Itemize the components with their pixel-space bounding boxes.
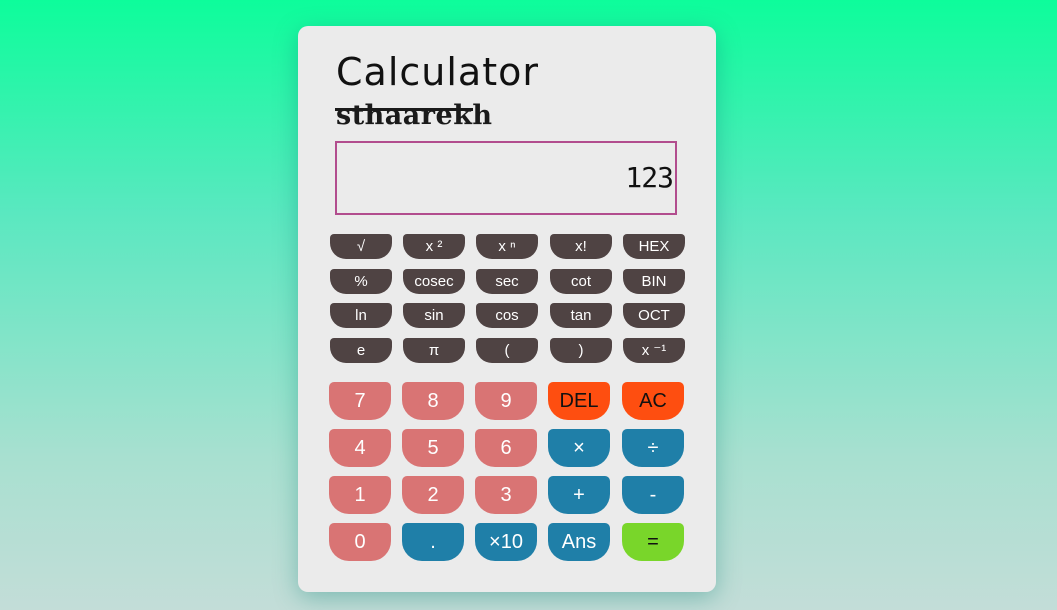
exponent-ten-button[interactable]: ×10 xyxy=(475,523,537,561)
digit-0-button[interactable]: 0 xyxy=(329,523,391,561)
hex-button[interactable]: HEX xyxy=(623,234,685,259)
digit-5-button[interactable]: 5 xyxy=(402,429,464,467)
digit-6-button[interactable]: 6 xyxy=(475,429,537,467)
percent-button[interactable]: % xyxy=(330,269,392,294)
multiply-button[interactable]: × xyxy=(548,429,610,467)
ln-button[interactable]: ln xyxy=(330,303,392,328)
digit-2-button[interactable]: 2 xyxy=(402,476,464,514)
brand-headline-bar xyxy=(335,108,473,111)
delete-button[interactable]: DEL xyxy=(548,382,610,420)
factorial-button[interactable]: x! xyxy=(550,234,612,259)
square-button[interactable]: x ² xyxy=(403,234,465,259)
tan-button[interactable]: tan xyxy=(550,303,612,328)
cos-button[interactable]: cos xyxy=(476,303,538,328)
answer-button[interactable]: Ans xyxy=(548,523,610,561)
cosec-button[interactable]: cosec xyxy=(403,269,465,294)
digit-4-button[interactable]: 4 xyxy=(329,429,391,467)
digit-7-button[interactable]: 7 xyxy=(329,382,391,420)
equals-button[interactable]: = xyxy=(622,523,684,561)
sin-button[interactable]: sin xyxy=(403,303,465,328)
brand-name: sthaarekh xyxy=(336,100,493,131)
decimal-point-button[interactable]: . xyxy=(402,523,464,561)
subtract-button[interactable]: - xyxy=(622,476,684,514)
app-title: Calculator xyxy=(336,50,539,94)
sqrt-button[interactable]: √ xyxy=(330,234,392,259)
euler-button[interactable]: e xyxy=(330,338,392,363)
reciprocal-button[interactable]: x ⁻¹ xyxy=(623,338,685,363)
power-button[interactable]: x ⁿ xyxy=(476,234,538,259)
digit-1-button[interactable]: 1 xyxy=(329,476,391,514)
sec-button[interactable]: sec xyxy=(476,269,538,294)
open-paren-button[interactable]: ( xyxy=(476,338,538,363)
all-clear-button[interactable]: AC xyxy=(622,382,684,420)
digit-9-button[interactable]: 9 xyxy=(475,382,537,420)
divide-button[interactable]: ÷ xyxy=(622,429,684,467)
calculator-card: Calculator sthaarekh 123 √ x ² x ⁿ x! HE… xyxy=(298,26,716,592)
cot-button[interactable]: cot xyxy=(550,269,612,294)
digit-3-button[interactable]: 3 xyxy=(475,476,537,514)
add-button[interactable]: + xyxy=(548,476,610,514)
bin-button[interactable]: BIN xyxy=(623,269,685,294)
oct-button[interactable]: OCT xyxy=(623,303,685,328)
digit-8-button[interactable]: 8 xyxy=(402,382,464,420)
pi-button[interactable]: π xyxy=(403,338,465,363)
display-value: 123 xyxy=(625,161,674,194)
calculator-display: 123 xyxy=(335,141,677,215)
close-paren-button[interactable]: ) xyxy=(550,338,612,363)
